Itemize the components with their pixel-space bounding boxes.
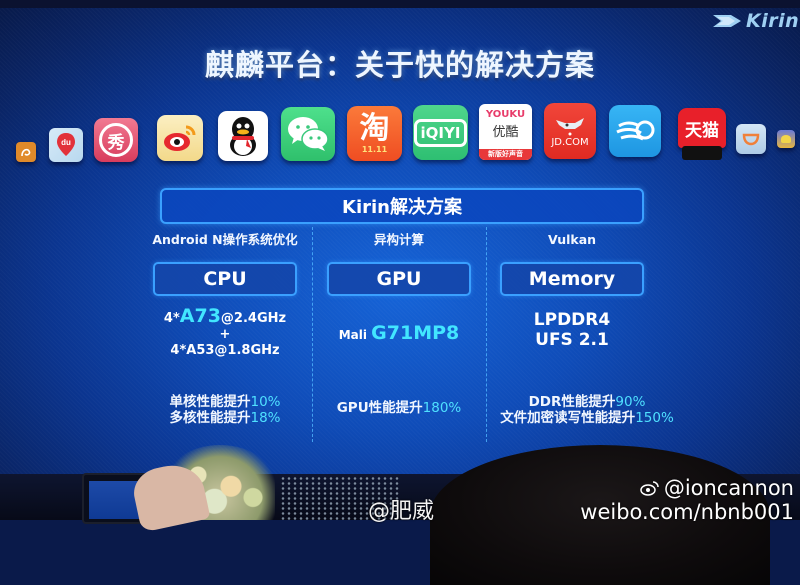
meitu-label: 秀 — [99, 123, 133, 157]
memory-spec-ram: LPDDR4 — [533, 310, 611, 330]
perf-label: DDR性能提升 — [528, 394, 616, 410]
watermark-left: @肥威 — [368, 499, 435, 524]
gpu-column: 异构计算 GPU Mali G71MP8 — [322, 230, 476, 344]
memory-column: Vulkan Memory LPDDR4 UFS 2.1 — [497, 230, 647, 350]
watermark-url: weibo.com/nbnb001 — [580, 500, 794, 524]
gpu-perf: GPU性能提升180% — [322, 400, 476, 416]
youku-label: YOUKU — [485, 109, 526, 120]
watermark-handle: @ioncannon — [663, 476, 794, 500]
perf-value: 90% — [615, 394, 646, 410]
tmall-cat-face — [682, 146, 722, 160]
memory-perf-ddr: DDR性能提升90% — [487, 394, 687, 410]
taobao-sub: 11.11 — [361, 145, 388, 154]
gpu-spec-prefix: Mali — [338, 328, 372, 342]
iqiyi-label: iQIYI — [413, 118, 468, 147]
kirin-logo-text: Kirin — [746, 10, 800, 32]
moji-weather-icon — [609, 105, 661, 157]
cpu-perf: 单核性能提升10% 多核性能提升18% — [150, 394, 300, 426]
watermark-right: @ioncannon weibo.com/nbnb001 — [580, 476, 794, 524]
cpu-column: Android N操作系统优化 CPU 4*A73@2.4GHz + 4*A53… — [150, 230, 300, 359]
kirin-logo: Kirin — [713, 10, 799, 32]
app-icon-row: du 秀 淘 11.11 iQIYI YOUKU 优酷 新版好声音 JD.COM… — [0, 100, 800, 170]
gpu-perf-line: GPU性能提升180% — [322, 400, 476, 416]
cpu-spec-line1: 4*A73@2.4GHz — [150, 305, 300, 327]
gpu-column-subtitle: 异构计算 — [373, 232, 424, 247]
slide-title: 麒麟平台：关于快的解决方案 — [204, 48, 595, 82]
column-divider-1 — [312, 227, 313, 442]
cpu-spec-line2: 4*A53@1.8GHz — [170, 343, 280, 358]
weibo-icon — [157, 115, 203, 161]
gpu-spec: Mali G71MP8 — [322, 322, 476, 344]
youku-sub: 新版好声音 — [479, 149, 532, 160]
memory-box: Memory — [500, 262, 644, 296]
cpu-spec: 4*A73@2.4GHz + 4*A53@1.8GHz — [150, 305, 300, 359]
memory-perf: DDR性能提升90% 文件加密读写性能提升150% — [487, 394, 687, 426]
cpu-perf-single: 单核性能提升10% — [150, 394, 300, 410]
tmall-icon: 天猫 — [678, 108, 726, 148]
cpu-column-subtitle: Android N操作系统优化 — [152, 232, 298, 247]
memory-perf-storage: 文件加密读写性能提升150% — [487, 410, 687, 426]
tmall-label: 天猫 — [685, 120, 719, 141]
cpu-box: CPU — [153, 262, 297, 296]
uc-browser-icon — [16, 142, 36, 162]
perf-value: 18% — [250, 410, 281, 426]
cpu-big-core: A73 — [179, 305, 221, 327]
cpu-spec-plus: + — [219, 327, 231, 342]
weibo-icon — [640, 481, 659, 496]
wechat-icon — [281, 107, 335, 161]
gpu-model: G71MP8 — [371, 322, 460, 344]
youku-label-cn: 优酷 — [492, 125, 519, 140]
perf-value: 180% — [422, 400, 462, 416]
perf-label: 单核性能提升 — [169, 394, 251, 410]
memory-spec-storage: UFS 2.1 — [535, 330, 609, 350]
jd-icon: JD.COM — [544, 103, 596, 159]
taobao-label: 淘 — [359, 111, 390, 146]
taobao-icon: 淘 11.11 — [347, 106, 402, 161]
memory-spec: LPDDR4 UFS 2.1 — [497, 310, 647, 350]
youku-icon: YOUKU 优酷 新版好声音 — [479, 104, 532, 160]
cpu-count-big: 4* — [163, 311, 180, 326]
kirin-arrow-icon — [713, 15, 741, 27]
jd-label: JD.COM — [551, 136, 589, 148]
gpu-box: GPU — [327, 262, 471, 296]
meitu-xiuxiu-icon: 秀 — [94, 118, 138, 162]
perf-value: 10% — [250, 394, 281, 410]
watermark-handle-row: @ioncannon — [580, 476, 794, 500]
iqiyi-icon: iQIYI — [413, 105, 468, 160]
perf-label: 多核性能提升 — [169, 410, 251, 426]
cpu-big-freq: @2.4GHz — [220, 311, 287, 326]
perf-label: GPU性能提升 — [336, 400, 423, 416]
perf-label: 文件加密读写性能提升 — [500, 410, 636, 426]
memory-column-subtitle: Vulkan — [547, 232, 597, 247]
cpu-perf-multi: 多核性能提升18% — [150, 410, 300, 426]
perf-value: 150% — [635, 410, 674, 426]
solution-banner: Kirin解决方案 — [160, 188, 644, 224]
game-app-icon — [777, 130, 795, 148]
qq-icon — [218, 111, 268, 161]
didi-icon — [736, 124, 766, 154]
baidu-map-icon: du — [49, 128, 83, 162]
baidu-map-label: du — [61, 138, 71, 147]
